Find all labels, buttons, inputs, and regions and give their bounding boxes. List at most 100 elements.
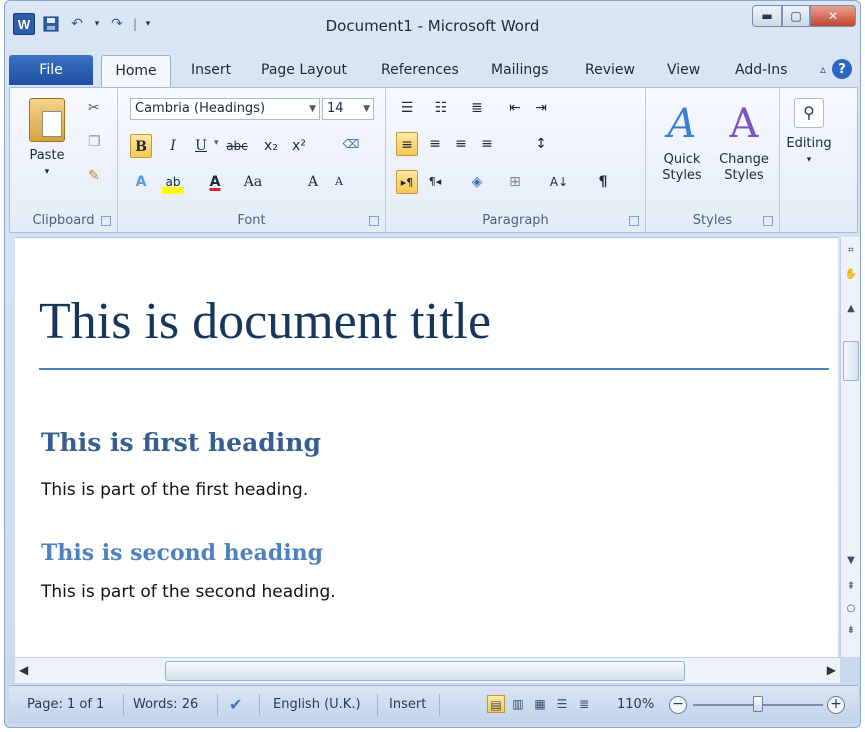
italic-button[interactable]: I — [162, 134, 184, 158]
editing-label: Editing — [786, 136, 832, 151]
numbering-icon[interactable]: ☷ — [430, 96, 452, 120]
select-browse-object-icon[interactable]: ○ — [843, 601, 859, 617]
status-separator — [217, 694, 218, 716]
zoom-level[interactable]: 110% — [617, 686, 654, 724]
help-icon[interactable]: ? — [832, 59, 852, 79]
tab-page-layout[interactable]: Page Layout — [261, 55, 347, 85]
window-title: Document1 - Microsoft Word — [325, 17, 540, 35]
copy-icon[interactable]: ❐ — [88, 134, 101, 150]
font-family-select[interactable]: Cambria (Headings) ▼ — [130, 98, 320, 120]
zoom-out-icon[interactable]: − — [669, 696, 687, 714]
ribbon-tabs: File Home Insert Page Layout References … — [5, 51, 860, 87]
change-styles-button[interactable]: A Change Styles — [714, 96, 774, 184]
editing-button[interactable]: ⚲ Editing ▾ — [782, 98, 836, 168]
insert-mode-indicator[interactable]: Insert — [389, 686, 426, 724]
font-launcher-icon[interactable] — [369, 216, 379, 226]
minimize-ribbon-icon[interactable]: ▵ — [820, 62, 826, 76]
tab-view[interactable]: View — [667, 55, 700, 85]
font-color-button[interactable]: A — [204, 170, 226, 194]
rtl-direction-button[interactable]: ¶◂ — [424, 170, 446, 194]
shrink-font-button[interactable]: A — [328, 170, 350, 194]
minimize-button[interactable]: ▬ — [752, 5, 782, 27]
view-ruler-icon[interactable]: ⌗ — [843, 243, 859, 259]
proofing-icon[interactable]: ✔ — [229, 686, 242, 724]
document-page[interactable]: This is document title This is first hea… — [15, 237, 838, 657]
text-effects-button[interactable]: A — [130, 170, 152, 194]
borders-icon[interactable]: ⊞ — [504, 170, 526, 194]
justify-button[interactable]: ≡ — [476, 132, 498, 156]
scroll-up-icon[interactable]: ▲ — [843, 301, 859, 317]
draft-view-button[interactable]: ≣ — [575, 695, 593, 713]
multilevel-list-icon[interactable]: ≣ — [466, 96, 488, 120]
language-indicator[interactable]: English (U.K.) — [273, 686, 361, 724]
quick-styles-label: Quick Styles — [662, 152, 702, 183]
tab-mailings[interactable]: Mailings — [491, 55, 548, 85]
horizontal-scrollbar[interactable]: ◀ ▶ — [15, 657, 840, 683]
sort-button[interactable]: A↓ — [548, 170, 570, 194]
align-right-button[interactable]: ≡ — [450, 132, 472, 156]
scroll-right-icon[interactable]: ▶ — [827, 663, 836, 677]
status-separator — [123, 694, 124, 716]
horizontal-scroll-thumb[interactable] — [165, 661, 685, 681]
bullets-icon[interactable]: ☰ — [396, 96, 418, 120]
vertical-scrollbar[interactable]: ⌗ ✋ ▲ ▼ ⇞ ○ ⇟ — [840, 237, 860, 657]
ribbon: Paste ▾ ✂ ❐ ✎ Clipboard Cambria (Heading… — [9, 87, 858, 233]
shading-icon[interactable]: ◈ — [466, 170, 488, 194]
scroll-down-icon[interactable]: ▼ — [843, 553, 859, 569]
tab-home[interactable]: Home — [101, 55, 171, 87]
format-painter-icon[interactable]: ✎ — [88, 168, 100, 184]
print-layout-view-button[interactable]: ▤ — [487, 695, 505, 713]
ltr-direction-button[interactable]: ▸¶ — [396, 170, 418, 194]
maximize-button[interactable]: ▢ — [782, 5, 810, 27]
quick-styles-button[interactable]: A Quick Styles — [652, 96, 712, 184]
zoom-slider-thumb[interactable] — [753, 696, 763, 712]
tab-right-icons: ▵ ? — [820, 59, 852, 79]
tab-add-ins[interactable]: Add-Ins — [735, 55, 787, 85]
tab-review[interactable]: Review — [585, 55, 635, 85]
show-hide-button[interactable]: ¶ — [592, 170, 614, 194]
clipboard-launcher-icon[interactable] — [101, 216, 111, 226]
clear-formatting-icon[interactable]: ⌫ — [340, 132, 362, 156]
tab-references[interactable]: References — [381, 55, 459, 85]
underline-dropdown-icon[interactable]: ▾ — [214, 138, 219, 148]
web-layout-view-button[interactable]: ▦ — [531, 695, 549, 713]
outline-view-button[interactable]: ☰ — [553, 695, 571, 713]
highlight-button[interactable]: ab — [162, 170, 184, 194]
grow-font-button[interactable]: A — [302, 170, 324, 194]
close-button[interactable]: ✕ — [810, 5, 856, 27]
zoom-in-icon[interactable]: + — [827, 696, 845, 714]
full-screen-reading-view-button[interactable]: ▥ — [509, 695, 527, 713]
scroll-left-icon[interactable]: ◀ — [19, 663, 28, 677]
paragraph-1: This is part of the first heading. — [41, 480, 309, 500]
subscript-button[interactable]: x₂ — [260, 134, 282, 158]
next-page-icon[interactable]: ⇟ — [843, 623, 859, 639]
paste-label: Paste — [29, 148, 65, 163]
change-case-button[interactable]: Aa — [242, 170, 264, 194]
strikethrough-button[interactable]: abc — [226, 134, 248, 158]
bold-button[interactable]: B — [130, 134, 152, 158]
superscript-button[interactable]: x² — [288, 134, 310, 158]
paste-dropdown-icon[interactable]: ▾ — [22, 164, 72, 180]
page-count[interactable]: Page: 1 of 1 — [27, 686, 104, 724]
editing-group: ⚲ Editing ▾ — [780, 88, 836, 232]
word-count[interactable]: Words: 26 — [133, 686, 198, 724]
tab-insert[interactable]: Insert — [191, 55, 231, 85]
styles-group: A Quick Styles A Change Styles Styles — [646, 88, 780, 232]
vertical-scroll-thumb[interactable] — [843, 341, 859, 381]
underline-button[interactable]: U — [190, 134, 212, 158]
align-center-button[interactable]: ≡ — [424, 132, 446, 156]
title-bar: W ↶ ▾ ↷ | ▾ Document1 - Microsoft Word ▬… — [5, 1, 860, 47]
paste-button[interactable]: Paste ▾ — [22, 98, 72, 180]
line-spacing-icon[interactable]: ↕ — [530, 132, 552, 156]
paragraph-launcher-icon[interactable] — [629, 216, 639, 226]
binoculars-icon: ⚲ — [794, 98, 824, 128]
tab-file[interactable]: File — [9, 55, 93, 85]
cut-icon[interactable]: ✂ — [88, 100, 100, 116]
styles-launcher-icon[interactable] — [763, 216, 773, 226]
font-size-select[interactable]: 14 ▼ — [322, 98, 374, 120]
align-left-button[interactable]: ≡ — [396, 132, 418, 156]
pan-icon[interactable]: ✋ — [843, 267, 859, 283]
decrease-indent-icon[interactable]: ⇤ — [504, 96, 526, 120]
previous-page-icon[interactable]: ⇞ — [843, 579, 859, 595]
increase-indent-icon[interactable]: ⇥ — [530, 96, 552, 120]
